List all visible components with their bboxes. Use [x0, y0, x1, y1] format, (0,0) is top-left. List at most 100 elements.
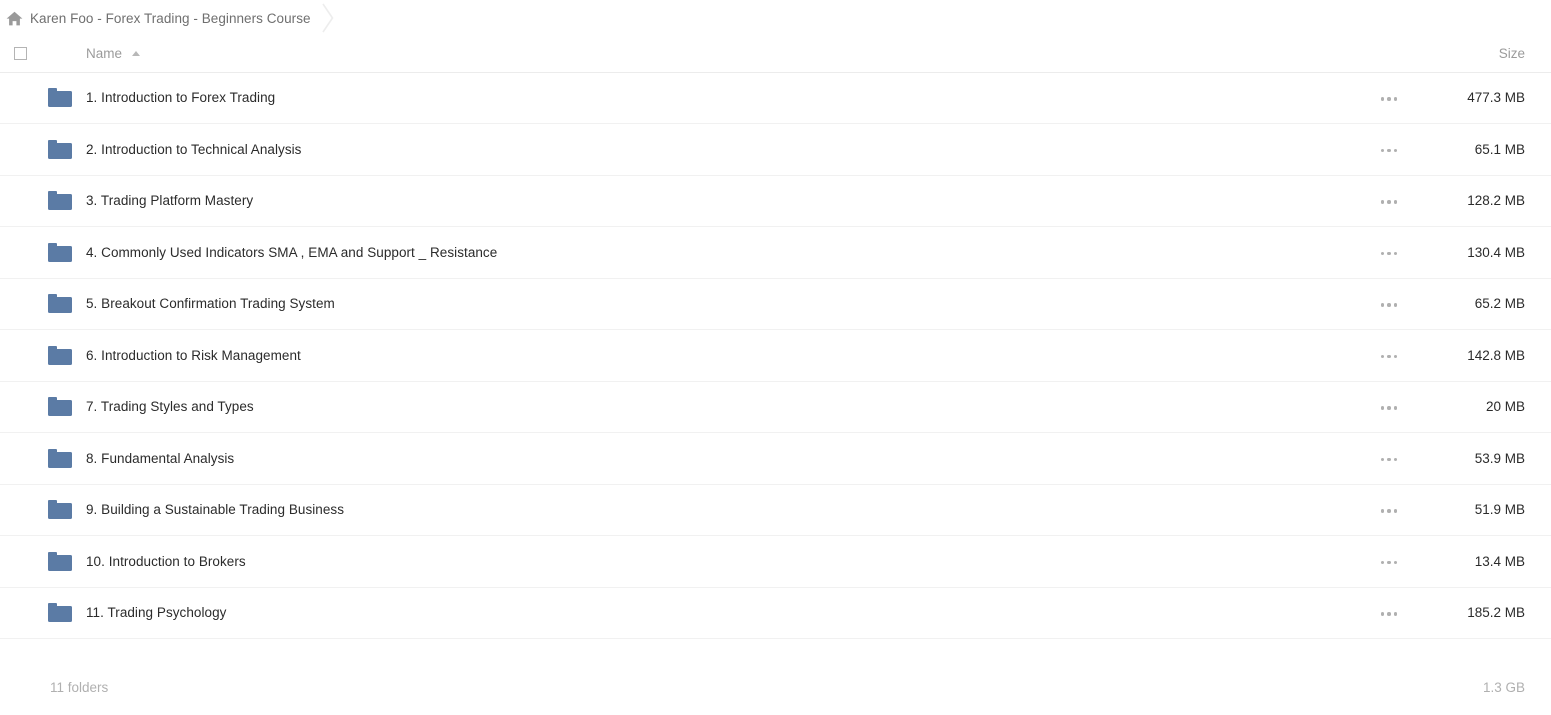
row-select-cell	[0, 484, 42, 536]
row-icon-cell	[42, 535, 78, 588]
more-options-icon[interactable]	[1377, 194, 1402, 210]
row-select-cell	[0, 535, 42, 588]
file-size: 53.9 MB	[1421, 432, 1551, 485]
folder-icon	[48, 191, 72, 211]
more-options-icon[interactable]	[1377, 400, 1402, 416]
more-options-icon[interactable]	[1377, 606, 1402, 622]
row-select-cell	[0, 72, 42, 124]
icon-header	[42, 36, 78, 73]
name-column-header[interactable]: Name	[78, 36, 1357, 73]
table-row[interactable]: 10. Introduction to Brokers 13.4 MB	[0, 535, 1551, 588]
row-select-cell	[0, 329, 42, 382]
row-icon-cell	[42, 123, 78, 176]
file-name[interactable]: 8. Fundamental Analysis	[78, 432, 1357, 485]
file-size: 20 MB	[1421, 381, 1551, 433]
row-select-cell	[0, 432, 42, 485]
table-row[interactable]: 6. Introduction to Risk Management 142.8 …	[0, 329, 1551, 382]
row-icon-cell	[42, 484, 78, 536]
more-options-icon[interactable]	[1377, 246, 1402, 262]
file-name[interactable]: 1. Introduction to Forex Trading	[78, 72, 1357, 124]
name-column-label: Name	[86, 46, 123, 62]
row-menu-cell	[1357, 484, 1421, 536]
row-select-cell	[0, 226, 42, 279]
row-menu-cell	[1357, 278, 1421, 330]
row-menu-cell	[1357, 72, 1421, 124]
item-count-label: 11 folders	[50, 679, 109, 695]
file-list-table: Name Size 1. Introduction to Forex Tradi…	[0, 36, 1551, 639]
file-name[interactable]: 3. Trading Platform Mastery	[78, 175, 1357, 227]
table-row[interactable]: 4. Commonly Used Indicators SMA , EMA an…	[0, 226, 1551, 279]
folder-icon	[48, 448, 72, 468]
breadcrumb-item-root[interactable]: Karen Foo - Forex Trading - Beginners Co…	[6, 0, 311, 36]
file-name[interactable]: 5. Breakout Confirmation Trading System	[78, 278, 1357, 330]
more-options-icon[interactable]	[1377, 91, 1402, 107]
table-row[interactable]: 8. Fundamental Analysis 53.9 MB	[0, 432, 1551, 485]
row-menu-cell	[1357, 329, 1421, 382]
row-icon-cell	[42, 329, 78, 382]
file-name[interactable]: 9. Building a Sustainable Trading Busine…	[78, 484, 1357, 536]
folder-icon	[48, 500, 72, 520]
table-row[interactable]: 2. Introduction to Technical Analysis 65.…	[0, 123, 1551, 176]
row-icon-cell	[42, 587, 78, 639]
table-row[interactable]: 1. Introduction to Forex Trading 477.3 MB	[0, 72, 1551, 124]
table-row[interactable]: 7. Trading Styles and Types 20 MB	[0, 381, 1551, 433]
sort-ascending-icon[interactable]	[132, 51, 141, 57]
file-size: 128.2 MB	[1421, 175, 1551, 227]
more-options-icon[interactable]	[1377, 555, 1402, 571]
row-select-cell	[0, 175, 42, 227]
file-list-body: 1. Introduction to Forex Trading 477.3 MB…	[0, 72, 1551, 639]
folder-icon	[48, 242, 72, 262]
select-all-checkbox[interactable]	[14, 47, 27, 61]
table-row[interactable]: 5. Breakout Confirmation Trading System 6…	[0, 278, 1551, 330]
size-column-header[interactable]: Size	[1421, 36, 1551, 73]
row-menu-cell	[1357, 175, 1421, 227]
row-icon-cell	[42, 72, 78, 124]
folder-icon	[48, 88, 72, 108]
folder-icon	[48, 551, 72, 571]
file-name[interactable]: 7. Trading Styles and Types	[78, 381, 1357, 433]
row-icon-cell	[42, 175, 78, 227]
file-size: 130.4 MB	[1421, 226, 1551, 279]
folder-icon	[48, 397, 72, 417]
more-options-icon[interactable]	[1377, 503, 1402, 519]
file-size: 51.9 MB	[1421, 484, 1551, 536]
total-size-label: 1.3 GB	[1482, 679, 1525, 695]
file-size: 142.8 MB	[1421, 329, 1551, 382]
table-row[interactable]: 3. Trading Platform Mastery 128.2 MB	[0, 175, 1551, 227]
file-size: 185.2 MB	[1421, 587, 1551, 639]
file-name[interactable]: 2. Introduction to Technical Analysis	[78, 123, 1357, 176]
menu-header	[1357, 36, 1421, 73]
row-icon-cell	[42, 278, 78, 330]
select-all-header	[0, 36, 42, 73]
file-size: 13.4 MB	[1421, 535, 1551, 588]
row-icon-cell	[42, 381, 78, 433]
row-menu-cell	[1357, 381, 1421, 433]
row-menu-cell	[1357, 226, 1421, 279]
breadcrumb-path-label: Karen Foo - Forex Trading - Beginners Co…	[30, 10, 311, 26]
row-select-cell	[0, 123, 42, 176]
table-row[interactable]: 11. Trading Psychology 185.2 MB	[0, 587, 1551, 639]
chevron-right-icon	[311, 0, 345, 36]
row-menu-cell	[1357, 432, 1421, 485]
row-select-cell	[0, 278, 42, 330]
more-options-icon[interactable]	[1377, 349, 1402, 365]
folder-icon	[48, 345, 72, 365]
folder-icon	[48, 294, 72, 314]
row-select-cell	[0, 381, 42, 433]
more-options-icon[interactable]	[1377, 297, 1402, 313]
table-row[interactable]: 9. Building a Sustainable Trading Busine…	[0, 484, 1551, 536]
row-menu-cell	[1357, 123, 1421, 176]
more-options-icon[interactable]	[1377, 452, 1402, 468]
folder-icon	[48, 139, 72, 159]
breadcrumb: Karen Foo - Forex Trading - Beginners Co…	[0, 0, 1551, 36]
file-size: 477.3 MB	[1421, 72, 1551, 124]
file-name[interactable]: 4. Commonly Used Indicators SMA , EMA an…	[78, 226, 1357, 279]
folder-icon	[48, 603, 72, 623]
file-name[interactable]: 6. Introduction to Risk Management	[78, 329, 1357, 382]
home-icon	[6, 11, 23, 26]
file-name[interactable]: 11. Trading Psychology	[78, 587, 1357, 639]
file-name[interactable]: 10. Introduction to Brokers	[78, 535, 1357, 588]
row-menu-cell	[1357, 535, 1421, 588]
more-options-icon[interactable]	[1377, 143, 1402, 159]
status-bar: 11 folders 1.3 GB	[0, 659, 1551, 715]
